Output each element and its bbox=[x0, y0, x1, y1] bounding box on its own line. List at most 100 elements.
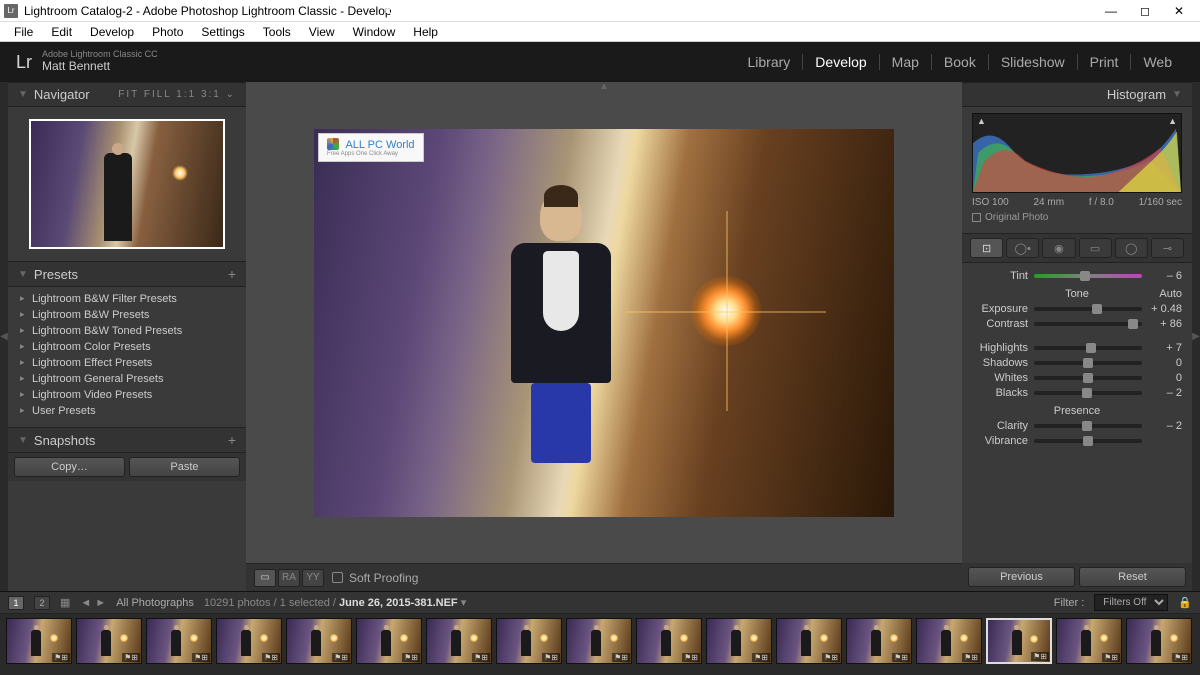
menu-window[interactable]: Window bbox=[345, 24, 404, 40]
add-snapshot-button[interactable]: + bbox=[228, 432, 236, 448]
tint-slider[interactable] bbox=[1034, 274, 1142, 278]
filmstrip-thumbnail[interactable]: ⚑⊞ bbox=[286, 618, 352, 664]
preset-folder[interactable]: Lightroom B&W Toned Presets bbox=[8, 323, 246, 339]
close-button[interactable]: ✕ bbox=[1162, 0, 1196, 22]
preset-folder[interactable]: Lightroom Color Presets bbox=[8, 339, 246, 355]
filter-dropdown[interactable]: Filters Off bbox=[1094, 594, 1168, 611]
original-photo-checkbox[interactable] bbox=[972, 213, 981, 222]
minimize-button[interactable]: — bbox=[1094, 0, 1128, 22]
filmstrip-thumbnail[interactable]: ⚑⊞ bbox=[216, 618, 282, 664]
contrast-slider[interactable] bbox=[1034, 322, 1142, 326]
adjustment-brush-button[interactable]: ⊸ bbox=[1151, 238, 1184, 258]
redeye-button[interactable]: ◉ bbox=[1042, 238, 1075, 258]
clarity-value[interactable]: – 2 bbox=[1148, 420, 1182, 432]
whites-slider[interactable] bbox=[1034, 376, 1142, 380]
shadow-clipping-icon[interactable]: ▲ bbox=[977, 116, 986, 126]
filmstrip-thumbnail[interactable]: ⚑⊞ bbox=[986, 618, 1052, 664]
soft-proofing-checkbox[interactable] bbox=[332, 572, 343, 583]
module-web[interactable]: Web bbox=[1131, 54, 1184, 70]
highlights-value[interactable]: + 7 bbox=[1148, 342, 1182, 354]
histogram-header[interactable]: Histogram ▼ bbox=[962, 82, 1192, 107]
shadows-slider[interactable] bbox=[1034, 361, 1142, 365]
spot-removal-button[interactable]: ◯• bbox=[1006, 238, 1039, 258]
previous-button[interactable]: Previous bbox=[968, 567, 1075, 587]
add-preset-button[interactable]: + bbox=[228, 266, 236, 282]
filmstrip-thumbnails[interactable]: ⚑⊞⚑⊞⚑⊞⚑⊞⚑⊞⚑⊞⚑⊞⚑⊞⚑⊞⚑⊞⚑⊞⚑⊞⚑⊞⚑⊞⚑⊞⚑⊞⚑⊞ bbox=[0, 614, 1200, 675]
histogram-display[interactable]: ▲ ▲ bbox=[972, 113, 1182, 193]
contrast-value[interactable]: + 86 bbox=[1148, 318, 1182, 330]
module-slideshow[interactable]: Slideshow bbox=[989, 54, 1078, 70]
crop-tool-button[interactable]: ⊡ bbox=[970, 238, 1003, 258]
blacks-value[interactable]: – 2 bbox=[1148, 387, 1182, 399]
filmstrip-thumbnail[interactable]: ⚑⊞ bbox=[776, 618, 842, 664]
menu-tools[interactable]: Tools bbox=[255, 24, 299, 40]
filter-lock-icon[interactable]: 🔒 bbox=[1178, 596, 1192, 609]
menu-file[interactable]: File bbox=[6, 24, 41, 40]
clarity-slider[interactable] bbox=[1034, 424, 1142, 428]
main-image-preview[interactable]: ALL PC WorldFree Apps One Click Away bbox=[314, 129, 894, 517]
highlights-slider[interactable] bbox=[1034, 346, 1142, 350]
filmstrip-thumbnail[interactable]: ⚑⊞ bbox=[846, 618, 912, 664]
filmstrip-thumbnail[interactable]: ⚑⊞ bbox=[146, 618, 212, 664]
module-library[interactable]: Library bbox=[736, 54, 804, 70]
filmstrip-thumbnail[interactable]: ⚑⊞ bbox=[636, 618, 702, 664]
right-panel-grip[interactable]: ▶ bbox=[1192, 82, 1200, 591]
copy-button[interactable]: Copy… bbox=[14, 457, 125, 477]
snapshots-header[interactable]: ▼ Snapshots + bbox=[8, 427, 246, 453]
auto-tone-button[interactable]: Auto bbox=[1159, 288, 1182, 300]
primary-display-button[interactable]: 1 bbox=[8, 596, 24, 610]
preset-folder[interactable]: User Presets bbox=[8, 403, 246, 419]
filmstrip-thumbnail[interactable]: ⚑⊞ bbox=[706, 618, 772, 664]
module-print[interactable]: Print bbox=[1078, 54, 1132, 70]
navigator-zoom-options[interactable]: FIT FILL 1:1 3:1 ⌄ bbox=[118, 89, 236, 100]
vibrance-slider[interactable] bbox=[1034, 439, 1142, 443]
left-panel-grip[interactable]: ◀ bbox=[0, 82, 8, 591]
reset-button[interactable]: Reset bbox=[1079, 567, 1186, 587]
exposure-value[interactable]: + 0.48 bbox=[1148, 303, 1182, 315]
filmstrip-thumbnail[interactable]: ⚑⊞ bbox=[426, 618, 492, 664]
menu-photo[interactable]: Photo bbox=[144, 24, 191, 40]
filmstrip-thumbnail[interactable]: ⚑⊞ bbox=[356, 618, 422, 664]
menu-develop[interactable]: Develop bbox=[82, 24, 142, 40]
maximize-button[interactable]: ◻ bbox=[1128, 0, 1162, 22]
filmstrip-thumbnail[interactable]: ⚑⊞ bbox=[6, 618, 72, 664]
navigator-thumbnail[interactable] bbox=[29, 119, 225, 249]
graduated-filter-button[interactable]: ▭ bbox=[1079, 238, 1112, 258]
module-book[interactable]: Book bbox=[932, 54, 989, 70]
module-develop[interactable]: Develop bbox=[803, 54, 879, 70]
preset-folder[interactable]: Lightroom B&W Presets bbox=[8, 307, 246, 323]
before-after-tb-button[interactable]: YY bbox=[302, 569, 324, 587]
paste-button[interactable]: Paste bbox=[129, 457, 240, 477]
forward-button[interactable]: ► bbox=[95, 597, 106, 609]
menu-settings[interactable]: Settings bbox=[193, 24, 252, 40]
radial-filter-button[interactable]: ◯ bbox=[1115, 238, 1148, 258]
filmstrip-thumbnail[interactable]: ⚑⊞ bbox=[496, 618, 562, 664]
whites-value[interactable]: 0 bbox=[1148, 372, 1182, 384]
exposure-slider[interactable] bbox=[1034, 307, 1142, 311]
preset-folder[interactable]: Lightroom General Presets bbox=[8, 371, 246, 387]
filmstrip-thumbnail[interactable]: ⚑⊞ bbox=[76, 618, 142, 664]
before-after-lr-button[interactable]: RA bbox=[278, 569, 300, 587]
filmstrip-thumbnail[interactable]: ⚑⊞ bbox=[1126, 618, 1192, 664]
blacks-slider[interactable] bbox=[1034, 391, 1142, 395]
navigator-preview[interactable] bbox=[8, 107, 246, 261]
back-button[interactable]: ◄ bbox=[80, 597, 91, 609]
navigator-header[interactable]: ▼ Navigator FIT FILL 1:1 3:1 ⌄ bbox=[8, 82, 246, 107]
module-map[interactable]: Map bbox=[880, 54, 932, 70]
grid-icon[interactable]: ▦ bbox=[60, 596, 70, 609]
presets-header[interactable]: ▼ Presets + bbox=[8, 261, 246, 287]
breadcrumb-source[interactable]: All Photographs bbox=[116, 597, 194, 609]
loupe-view-button[interactable]: ▭ bbox=[254, 569, 276, 587]
secondary-display-button[interactable]: 2 bbox=[34, 596, 50, 610]
highlight-clipping-icon[interactable]: ▲ bbox=[1168, 116, 1177, 126]
menu-help[interactable]: Help bbox=[405, 24, 446, 40]
menu-view[interactable]: View bbox=[301, 24, 343, 40]
preset-folder[interactable]: Lightroom Video Presets bbox=[8, 387, 246, 403]
filmstrip-thumbnail[interactable]: ⚑⊞ bbox=[1056, 618, 1122, 664]
filmstrip-thumbnail[interactable]: ⚑⊞ bbox=[566, 618, 632, 664]
menu-edit[interactable]: Edit bbox=[43, 24, 80, 40]
shadows-value[interactable]: 0 bbox=[1148, 357, 1182, 369]
preset-folder[interactable]: Lightroom B&W Filter Presets bbox=[8, 291, 246, 307]
filmstrip-thumbnail[interactable]: ⚑⊞ bbox=[916, 618, 982, 664]
preset-folder[interactable]: Lightroom Effect Presets bbox=[8, 355, 246, 371]
